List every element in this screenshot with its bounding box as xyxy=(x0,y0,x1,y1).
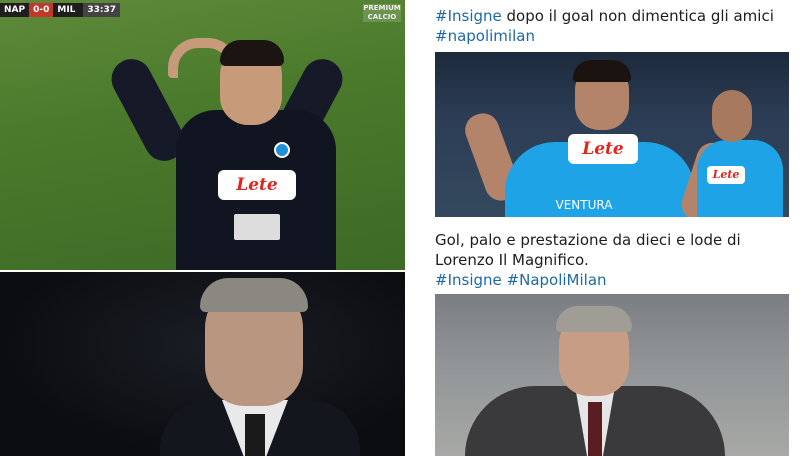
broadcaster-logo: PREMIUM CALCIO xyxy=(363,4,401,22)
teammate-sponsor: Lete xyxy=(707,166,745,184)
coach-hair xyxy=(556,306,632,332)
hashtag-link[interactable]: #napolimilan xyxy=(435,27,535,45)
tweet-1-text: #Insigne dopo il goal non dimentica gli … xyxy=(435,6,805,46)
goal-celebration-image: NAP 0-0 MIL 33:37 PREMIUM CALCIO Lete xyxy=(0,0,405,270)
broadcaster-logo-sub: CALCIO xyxy=(367,13,397,21)
hashtag-link[interactable]: #Insigne xyxy=(435,271,502,289)
home-team: NAP xyxy=(4,5,26,15)
coach-tie xyxy=(588,402,602,456)
tweet-2-line-1: Gol, palo e prestazione da dieci e lode … xyxy=(435,231,741,249)
broadcaster-logo-text: PREMIUM xyxy=(363,4,401,12)
meme-collage: NAP 0-0 MIL 33:37 PREMIUM CALCIO Lete #I… xyxy=(0,0,810,456)
tweet-1-body: dopo il goal non dimentica gli amici xyxy=(501,7,774,25)
coach-tie xyxy=(245,414,265,456)
tweet-2-image[interactable] xyxy=(435,294,789,456)
tweet-1-image[interactable]: Lete Lete VENTURA xyxy=(435,52,789,217)
coach-portrait-image xyxy=(0,272,405,456)
player-hair xyxy=(573,60,631,82)
jersey-caption: VENTURA xyxy=(544,194,624,216)
match-clock: 33:37 xyxy=(83,3,121,17)
jersey-sponsor: Lete xyxy=(218,170,296,200)
jersey-sponsor: Lete xyxy=(568,134,638,164)
club-badge-icon xyxy=(274,142,290,158)
tweet-2-text: Gol, palo e prestazione da dieci e lode … xyxy=(435,230,805,290)
scoreboard: NAP 0-0 MIL 33:37 xyxy=(0,3,121,17)
teammate-face xyxy=(712,90,752,142)
jersey-patch xyxy=(234,214,280,240)
player-hair xyxy=(220,40,284,66)
score: 0-0 xyxy=(29,3,54,17)
away-team: MIL xyxy=(57,5,76,15)
left-column: NAP 0-0 MIL 33:37 PREMIUM CALCIO Lete xyxy=(0,0,410,456)
coach-hair xyxy=(200,278,308,312)
hashtag-link[interactable]: #Insigne xyxy=(435,7,502,25)
column-divider xyxy=(405,0,410,456)
hashtag-link[interactable]: #NapoliMilan xyxy=(507,271,607,289)
tweet-2-line-2: Lorenzo Il Magnifico. xyxy=(435,251,589,269)
